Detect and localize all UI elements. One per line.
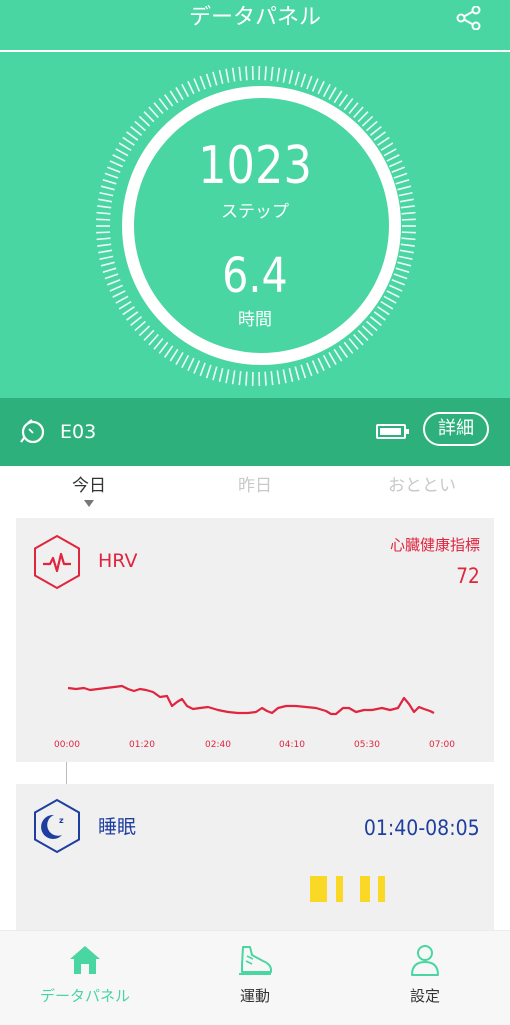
svg-text:z: z — [59, 816, 64, 825]
activity-summary: 1023 ステップ 6.4 時間 — [0, 52, 510, 398]
x-tick-label: 07:00 — [422, 740, 462, 751]
steps-value: 1023 — [36, 138, 475, 194]
battery-icon — [376, 424, 406, 439]
x-tick-label: 02:40 — [198, 740, 238, 751]
sleep-time-range: 01:40-08:05 — [364, 816, 480, 840]
moon-icon: z — [32, 798, 82, 854]
nav-label: 設定 — [340, 987, 510, 1005]
hours-value: 6.4 — [36, 250, 475, 302]
sleep-segment — [310, 876, 327, 902]
watch-icon — [18, 418, 46, 446]
steps-label: ステップ — [0, 202, 510, 222]
device-bar: E03 詳細 — [0, 398, 510, 466]
tab-today[interactable]: 今日 — [29, 476, 149, 496]
nav-label: データパネル — [0, 987, 170, 1005]
page-title: データパネル — [0, 6, 510, 30]
nav-exercise[interactable]: 運動 — [170, 931, 340, 1025]
hours-label: 時間 — [0, 310, 510, 330]
x-tick-label: 05:30 — [347, 740, 387, 751]
device-name: E03 — [60, 421, 96, 443]
x-tick-label: 01:20 — [122, 740, 162, 751]
bottom-navigation: データパネル 運動 設定 — [0, 930, 510, 1025]
nav-settings[interactable]: 設定 — [340, 931, 510, 1025]
x-tick-label: 04:10 — [272, 740, 312, 751]
card-connector — [66, 762, 67, 784]
nav-label: 運動 — [170, 987, 340, 1005]
sleep-segment — [360, 876, 370, 902]
hrv-line-chart — [16, 668, 494, 728]
sleep-segment — [378, 876, 385, 902]
details-button[interactable]: 詳細 — [423, 412, 489, 446]
heart-health-index-label: 心臓健康指標 — [390, 536, 480, 554]
hrv-title: HRV — [98, 550, 137, 572]
x-tick-label: 00:00 — [47, 740, 87, 751]
hrv-card[interactable]: HRV 心臓健康指標 72 00:00 01:20 02:40 04:10 05… — [16, 518, 494, 762]
home-icon — [67, 943, 103, 977]
sleep-card[interactable]: z 睡眠 01:40-08:05 — [16, 784, 494, 934]
selected-tab-caret — [84, 500, 94, 507]
nav-data-panel[interactable]: データパネル — [0, 931, 170, 1025]
tab-day-before-yesterday[interactable]: おととい — [362, 476, 482, 496]
app-header: データパネル — [0, 0, 510, 50]
share-icon[interactable] — [456, 6, 482, 30]
heart-health-index-value: 72 — [456, 564, 480, 588]
sleep-segment — [336, 876, 343, 902]
person-icon — [407, 943, 443, 977]
sleep-title: 睡眠 — [98, 816, 136, 838]
day-tabs: 今日 昨日 おととい — [0, 466, 510, 516]
heart-rate-icon — [32, 534, 82, 590]
hrv-series-line — [68, 686, 434, 714]
tab-yesterday[interactable]: 昨日 — [195, 476, 315, 496]
running-shoe-icon — [237, 943, 273, 977]
